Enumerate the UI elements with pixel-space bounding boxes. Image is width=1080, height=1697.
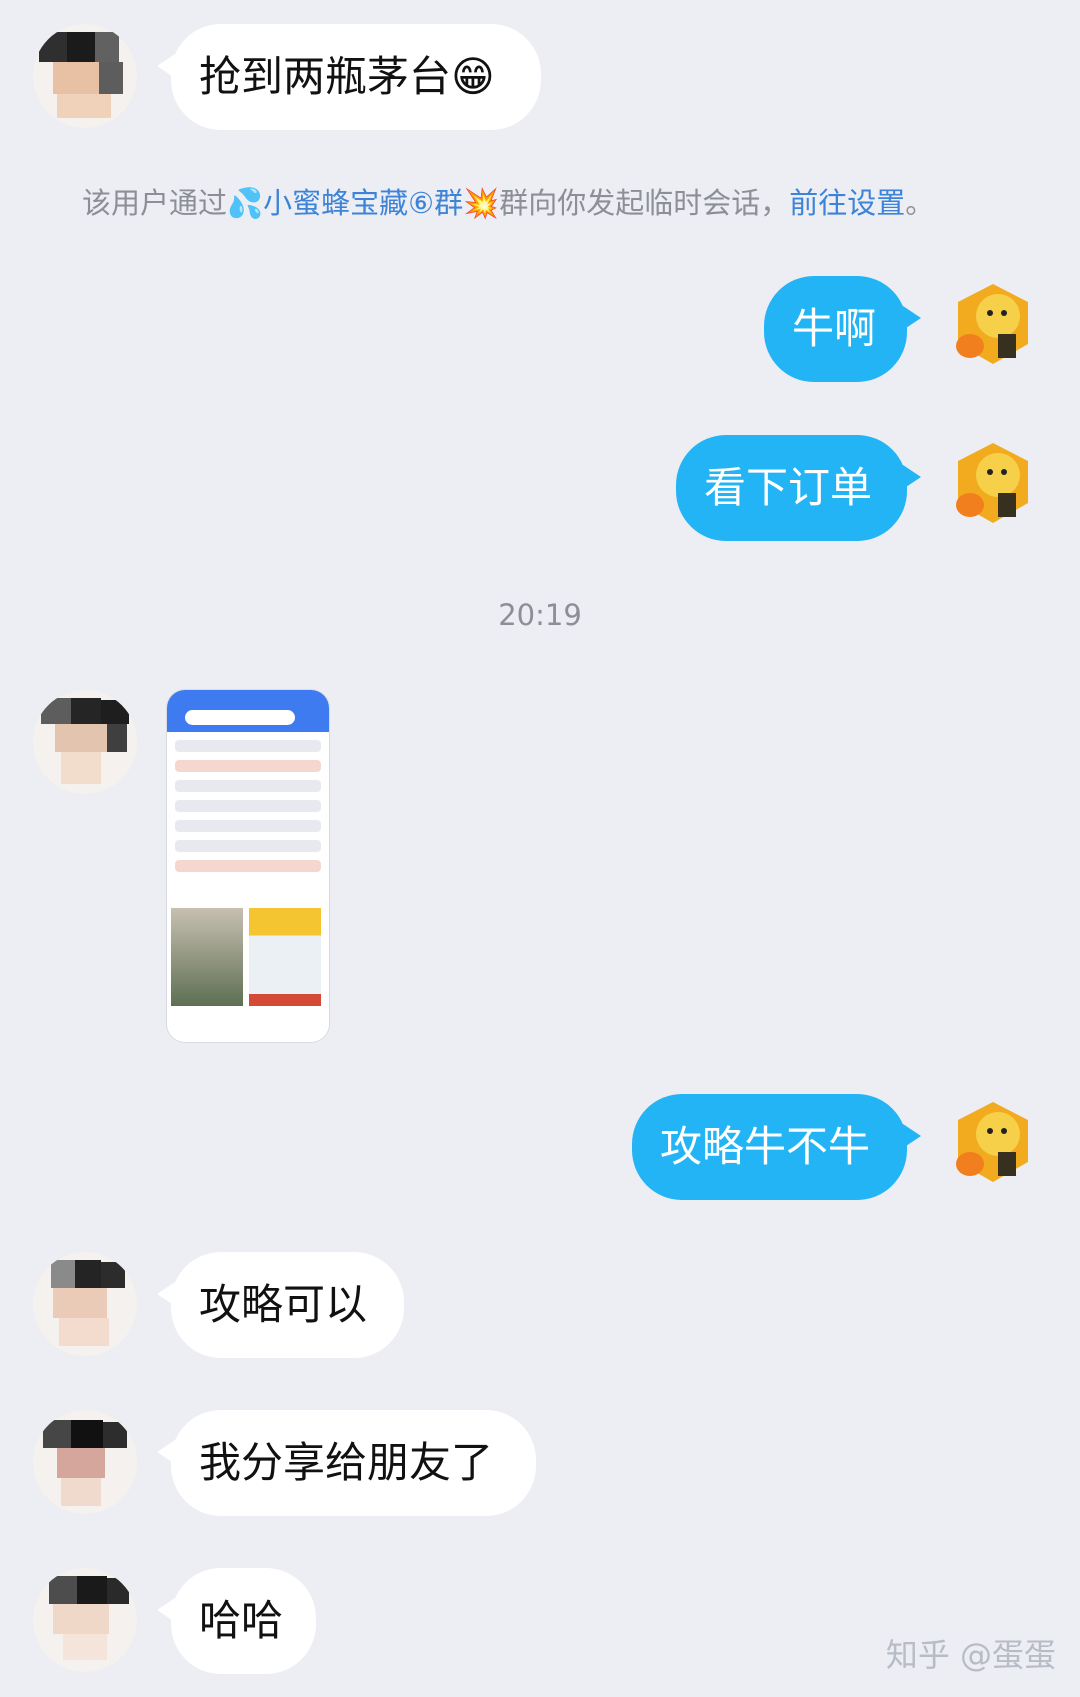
contact-avatar[interactable] xyxy=(33,690,137,794)
bee-avatar[interactable] xyxy=(940,1094,1046,1200)
product-card xyxy=(171,908,243,1006)
message-bubble-incoming[interactable]: 攻略可以 xyxy=(157,1252,404,1358)
message-bubble-outgoing[interactable]: 攻略牛不牛 xyxy=(632,1094,921,1200)
app-header xyxy=(167,690,329,732)
message-bubble-incoming[interactable]: 我分享给朋友了 xyxy=(157,1410,536,1516)
search-input xyxy=(185,710,295,725)
contact-avatar[interactable] xyxy=(33,24,137,128)
bee-avatar[interactable] xyxy=(940,435,1046,541)
watermark: 知乎 @蛋蛋 xyxy=(885,1636,1056,1674)
order-screenshot-thumbnail[interactable] xyxy=(167,690,329,1042)
group-name-link[interactable]: 小蜜蜂宝藏⑥群 xyxy=(263,186,463,220)
go-to-settings-link[interactable]: 前往设置 xyxy=(789,186,905,220)
message-bubble-incoming[interactable]: 哈哈 xyxy=(157,1568,316,1674)
message-bubble-outgoing[interactable]: 牛啊 xyxy=(764,276,921,382)
product-card xyxy=(249,908,321,1006)
contact-avatar[interactable] xyxy=(33,1410,137,1514)
contact-avatar[interactable] xyxy=(33,1252,137,1356)
message-bubble-outgoing[interactable]: 看下订单 xyxy=(676,435,921,541)
bee-avatar[interactable] xyxy=(940,276,1046,382)
message-timestamp: 20:19 xyxy=(498,598,582,632)
contact-avatar[interactable] xyxy=(33,1568,137,1672)
message-bubble-incoming[interactable]: 抢到两瓶茅台😁 xyxy=(157,24,541,130)
temporary-session-notice: 该用户通过💦小蜜蜂宝藏⑥群💥群向你发起临时会话，前往设置。 xyxy=(82,186,935,220)
